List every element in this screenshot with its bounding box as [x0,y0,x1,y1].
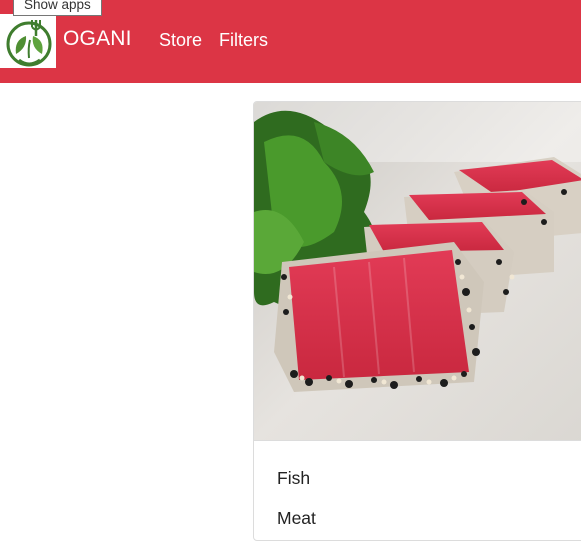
category-list: Fish Meat [254,440,581,540]
category-item-fish[interactable]: Fish [277,468,310,489]
brand-name[interactable]: OGANI [63,27,132,51]
category-item-meat[interactable]: Meat [277,508,316,529]
logo[interactable] [0,14,56,68]
nav-link-store[interactable]: Store [159,30,202,51]
seared-tuna-photo [254,102,581,440]
show-apps-tooltip: Show apps [13,0,102,16]
nav-link-filters[interactable]: Filters [219,30,268,51]
leaf-fork-logo-icon [6,20,52,67]
product-card[interactable]: Fish Meat [253,101,581,541]
